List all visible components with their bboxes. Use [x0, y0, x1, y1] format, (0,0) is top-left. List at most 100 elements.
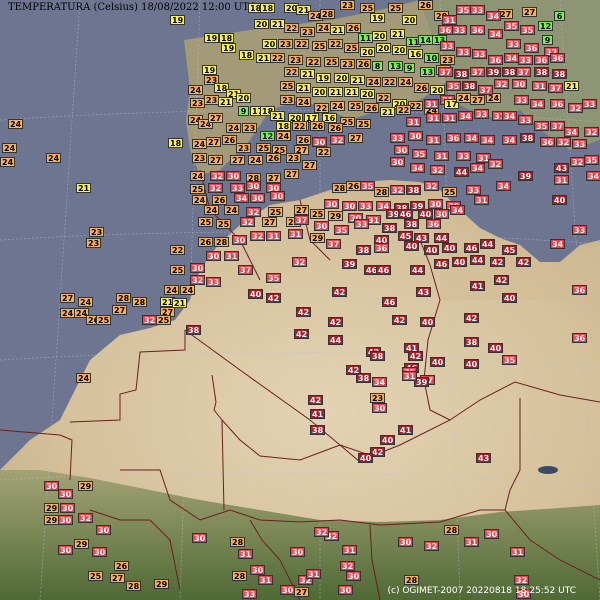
- station-temperature[interactable]: 41: [398, 425, 414, 435]
- station-temperature[interactable]: 38: [454, 69, 470, 79]
- station-temperature[interactable]: 36: [534, 55, 550, 65]
- station-temperature[interactable]: 40: [488, 343, 504, 353]
- station-temperature[interactable]: 23: [440, 55, 456, 65]
- station-temperature[interactable]: 31: [342, 545, 358, 555]
- station-temperature[interactable]: 42: [490, 257, 506, 267]
- station-temperature[interactable]: 29: [74, 539, 90, 549]
- station-temperature[interactable]: 38: [552, 69, 568, 79]
- station-temperature[interactable]: 32: [208, 183, 224, 193]
- station-temperature[interactable]: 40: [442, 243, 458, 253]
- station-temperature[interactable]: 22: [292, 121, 308, 131]
- station-temperature[interactable]: 20: [372, 31, 388, 41]
- station-temperature[interactable]: 32: [494, 79, 510, 89]
- station-temperature[interactable]: 36: [572, 333, 588, 343]
- station-temperature[interactable]: 18: [219, 33, 235, 43]
- station-temperature[interactable]: 23: [242, 123, 258, 133]
- station-temperature[interactable]: 44: [480, 239, 496, 249]
- station-temperature[interactable]: 38: [404, 219, 420, 229]
- station-temperature[interactable]: 21: [172, 298, 188, 308]
- station-temperature[interactable]: 27: [348, 133, 364, 143]
- station-temperature[interactable]: 6: [554, 11, 565, 21]
- station-temperature[interactable]: 38: [406, 185, 422, 195]
- station-temperature[interactable]: 31: [224, 251, 240, 261]
- station-temperature[interactable]: 20: [254, 19, 270, 29]
- station-temperature[interactable]: 34: [480, 135, 496, 145]
- station-temperature[interactable]: 19: [316, 73, 332, 83]
- station-temperature[interactable]: 34: [234, 193, 250, 203]
- station-temperature[interactable]: 24: [204, 205, 220, 215]
- station-temperature[interactable]: 30: [342, 201, 358, 211]
- station-temperature[interactable]: 32: [584, 127, 600, 137]
- station-temperature[interactable]: 32: [390, 185, 406, 195]
- station-temperature[interactable]: 39: [518, 171, 534, 181]
- station-temperature[interactable]: 30: [512, 79, 528, 89]
- station-temperature[interactable]: 31: [474, 195, 490, 205]
- station-temperature[interactable]: 20: [334, 73, 350, 83]
- station-temperature[interactable]: 25: [312, 41, 328, 51]
- station-temperature[interactable]: 26: [346, 23, 362, 33]
- station-temperature[interactable]: 40: [552, 195, 568, 205]
- station-temperature[interactable]: 34: [458, 111, 474, 121]
- station-temperature[interactable]: 32: [190, 275, 206, 285]
- station-temperature[interactable]: 30: [250, 193, 266, 203]
- station-temperature[interactable]: 28: [230, 537, 246, 547]
- station-temperature[interactable]: 30: [92, 547, 108, 557]
- station-temperature[interactable]: 42: [308, 395, 324, 405]
- station-temperature[interactable]: 23: [340, 59, 356, 69]
- station-temperature[interactable]: 9: [404, 63, 415, 73]
- station-temperature[interactable]: 31: [258, 575, 274, 585]
- station-temperature[interactable]: 30: [226, 171, 242, 181]
- station-temperature[interactable]: 39: [486, 67, 502, 77]
- station-temperature[interactable]: 29: [78, 481, 94, 491]
- station-temperature[interactable]: 33: [456, 47, 472, 57]
- station-temperature[interactable]: 24: [398, 77, 414, 87]
- station-temperature[interactable]: 40: [452, 257, 468, 267]
- station-temperature[interactable]: 37: [550, 121, 566, 131]
- station-temperature[interactable]: 30: [394, 145, 410, 155]
- station-temperature[interactable]: 18: [276, 121, 292, 131]
- station-temperature[interactable]: 32: [514, 575, 530, 585]
- station-temperature[interactable]: 30: [232, 235, 248, 245]
- station-temperature[interactable]: 20: [262, 39, 278, 49]
- station-temperature[interactable]: 16: [408, 49, 424, 59]
- station-temperature[interactable]: 23: [280, 95, 296, 105]
- station-temperature[interactable]: 33: [518, 55, 534, 65]
- station-temperature[interactable]: 31: [442, 15, 458, 25]
- station-temperature[interactable]: 20: [392, 45, 408, 55]
- station-temperature[interactable]: 44: [410, 265, 426, 275]
- station-temperature[interactable]: 32: [556, 137, 572, 147]
- station-temperature[interactable]: 38: [356, 245, 372, 255]
- station-temperature[interactable]: 43: [416, 287, 432, 297]
- station-temperature[interactable]: 34: [564, 127, 580, 137]
- station-temperature[interactable]: 33: [472, 49, 488, 59]
- station-temperature[interactable]: 33: [456, 151, 472, 161]
- station-temperature[interactable]: 40: [418, 209, 434, 219]
- station-temperature[interactable]: 34: [450, 205, 466, 215]
- station-temperature[interactable]: 27: [206, 137, 222, 147]
- station-temperature[interactable]: 38: [382, 223, 398, 233]
- station-temperature[interactable]: 25: [344, 43, 360, 53]
- station-temperature[interactable]: 31: [434, 151, 450, 161]
- station-temperature[interactable]: 38: [520, 133, 536, 143]
- station-temperature[interactable]: 30: [434, 209, 450, 219]
- station-temperature[interactable]: 30: [190, 263, 206, 273]
- station-temperature[interactable]: 30: [206, 251, 222, 261]
- station-temperature[interactable]: 33: [474, 109, 490, 119]
- station-temperature[interactable]: 25: [388, 3, 404, 13]
- station-temperature[interactable]: 30: [60, 503, 76, 513]
- station-temperature[interactable]: 12: [260, 131, 276, 141]
- station-temperature[interactable]: 24: [76, 373, 92, 383]
- station-temperature[interactable]: 24: [276, 131, 292, 141]
- station-temperature[interactable]: 25: [442, 187, 458, 197]
- station-temperature[interactable]: 28: [232, 571, 248, 581]
- station-temperature[interactable]: 25: [324, 57, 340, 67]
- station-temperature[interactable]: 32: [246, 207, 262, 217]
- station-temperature[interactable]: 27: [110, 573, 126, 583]
- station-temperature[interactable]: 34: [464, 133, 480, 143]
- station-temperature[interactable]: 35: [446, 81, 462, 91]
- station-temperature[interactable]: 30: [398, 537, 414, 547]
- station-temperature[interactable]: 38: [370, 351, 386, 361]
- station-temperature[interactable]: 40: [248, 289, 264, 299]
- station-temperature[interactable]: 32: [424, 181, 440, 191]
- station-temperature[interactable]: 21: [330, 25, 346, 35]
